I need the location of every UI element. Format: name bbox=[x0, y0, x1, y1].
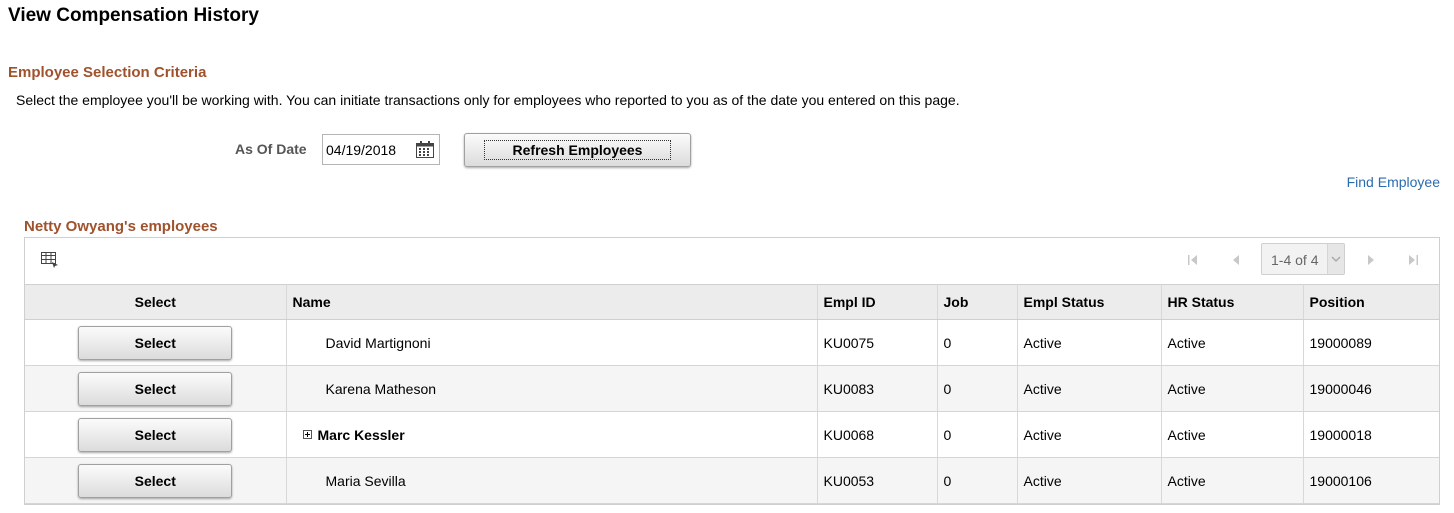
employee-name: Marc Kessler bbox=[317, 426, 405, 443]
column-header-empl-status: Empl Status bbox=[1017, 284, 1162, 320]
column-header-job: Job bbox=[937, 284, 1018, 320]
calendar-icon[interactable] bbox=[416, 141, 434, 158]
refresh-employees-button[interactable]: Refresh Employees bbox=[464, 133, 691, 167]
position-cell: 19000089 bbox=[1303, 319, 1439, 366]
job-cell: 0 bbox=[937, 319, 1018, 366]
position-cell: 19000018 bbox=[1303, 411, 1439, 458]
as-of-date-input[interactable] bbox=[326, 141, 412, 159]
find-employee-link[interactable]: Find Employee bbox=[1347, 174, 1440, 190]
refresh-employees-label: Refresh Employees bbox=[483, 140, 672, 160]
employees-grid-title: Netty Owyang's employees bbox=[24, 218, 218, 235]
hr-status-cell: Active bbox=[1161, 411, 1304, 458]
as-of-date-label: As Of Date bbox=[235, 141, 307, 157]
table-header-row: Select Name Empl ID Job Empl Status HR S… bbox=[25, 284, 1439, 320]
select-employee-button[interactable]: Select bbox=[78, 463, 233, 498]
grid-options-icon[interactable] bbox=[41, 252, 59, 268]
job-cell: 0 bbox=[937, 365, 1018, 412]
hr-status-cell: Active bbox=[1161, 365, 1304, 412]
empl-id-cell: KU0075 bbox=[817, 319, 938, 366]
column-header-position: Position bbox=[1303, 284, 1439, 320]
page-range-text: 1-4 of 4 bbox=[1271, 252, 1319, 268]
empl-status-cell: Active bbox=[1017, 365, 1162, 412]
previous-page-icon[interactable] bbox=[1228, 251, 1244, 269]
column-header-hr-status: HR Status bbox=[1161, 284, 1304, 320]
table-row: Select David Martignoni KU0075 0 Active … bbox=[25, 319, 1439, 366]
hr-status-cell: Active bbox=[1161, 457, 1304, 504]
chevron-down-icon bbox=[1327, 244, 1344, 274]
page-range-selector[interactable]: 1-4 of 4 bbox=[1261, 243, 1345, 275]
empl-id-cell: KU0083 bbox=[817, 365, 938, 412]
select-employee-button[interactable]: Select bbox=[78, 325, 233, 360]
employee-name: David Martignoni bbox=[325, 334, 431, 351]
hr-status-cell: Active bbox=[1161, 319, 1304, 366]
expand-plus-icon[interactable] bbox=[302, 429, 312, 439]
next-page-icon[interactable] bbox=[1363, 251, 1379, 269]
as-of-date-field bbox=[322, 134, 440, 165]
column-header-name: Name bbox=[286, 284, 818, 320]
select-employee-button[interactable]: Select bbox=[78, 417, 233, 452]
last-page-icon[interactable] bbox=[1405, 251, 1421, 269]
empl-status-cell: Active bbox=[1017, 411, 1162, 458]
selection-criteria-title: Employee Selection Criteria bbox=[8, 64, 207, 81]
employees-table: Select Name Empl ID Job Empl Status HR S… bbox=[25, 284, 1439, 504]
page-title: View Compensation History bbox=[8, 5, 259, 26]
table-row: Select Karena Matheson KU0083 0 Active A… bbox=[25, 365, 1439, 412]
employees-grid: 1-4 of 4 Select Name Empl ID Job Empl St… bbox=[24, 237, 1440, 505]
empl-id-cell: KU0053 bbox=[817, 457, 938, 504]
position-cell: 19000106 bbox=[1303, 457, 1439, 504]
job-cell: 0 bbox=[937, 457, 1018, 504]
select-employee-button[interactable]: Select bbox=[78, 371, 233, 406]
table-row: Select Maria Sevilla KU0053 0 Active Act… bbox=[25, 457, 1439, 504]
empl-status-cell: Active bbox=[1017, 457, 1162, 504]
column-header-empl-id: Empl ID bbox=[817, 284, 938, 320]
employee-name: Karena Matheson bbox=[325, 380, 437, 397]
instructions-text: Select the employee you'll be working wi… bbox=[16, 92, 960, 108]
grid-toolbar: 1-4 of 4 bbox=[25, 238, 1439, 284]
table-row: Select Marc Kessler KU0068 0 Active Acti… bbox=[25, 411, 1439, 458]
empl-id-cell: KU0068 bbox=[817, 411, 938, 458]
job-cell: 0 bbox=[937, 411, 1018, 458]
empl-status-cell: Active bbox=[1017, 319, 1162, 366]
employee-name: Maria Sevilla bbox=[325, 472, 406, 489]
first-page-icon[interactable] bbox=[1185, 251, 1201, 269]
column-header-select: Select bbox=[25, 284, 287, 320]
position-cell: 19000046 bbox=[1303, 365, 1439, 412]
